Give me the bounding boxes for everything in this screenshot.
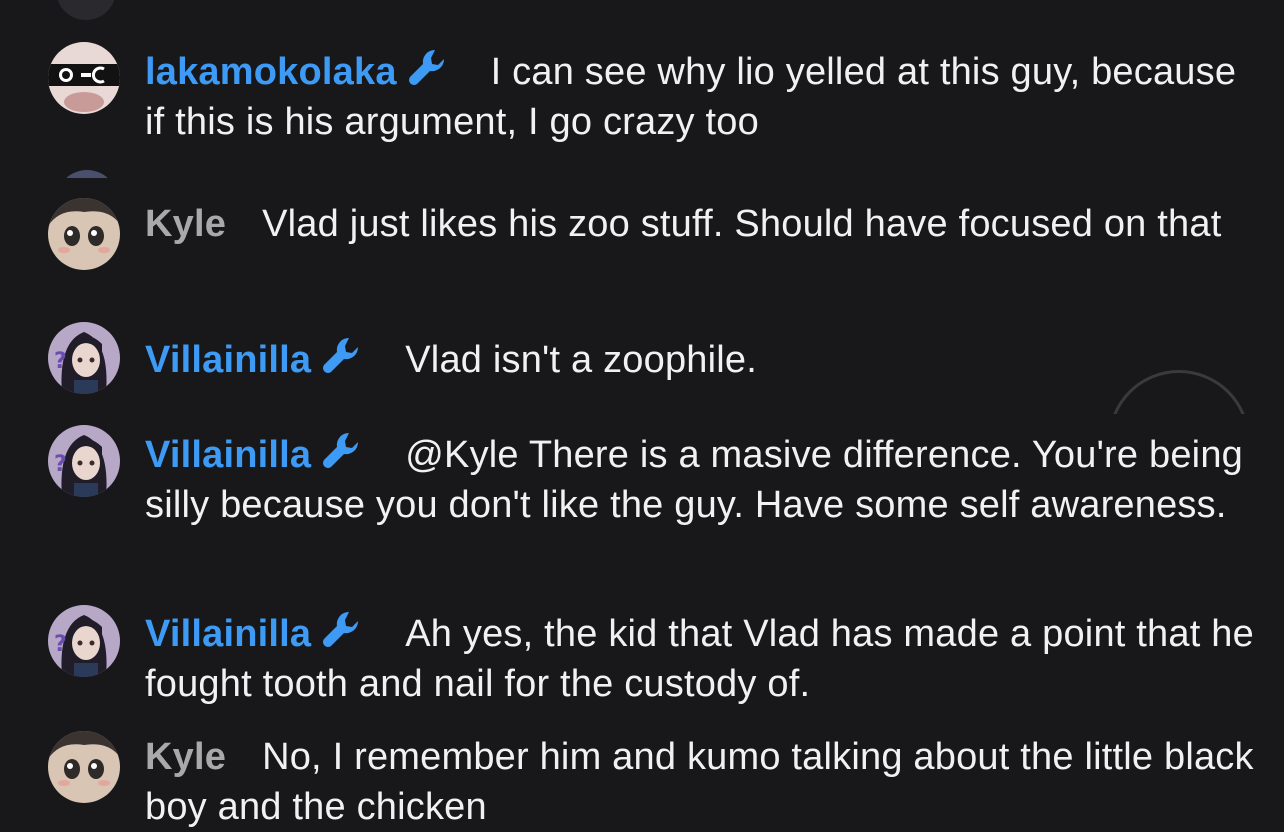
wrench-icon bbox=[319, 332, 369, 382]
message-body: Kyle Vlad just likes his zoo stuff. Shoul… bbox=[145, 199, 1255, 249]
wrench-icon bbox=[319, 606, 369, 656]
avatar[interactable] bbox=[48, 198, 120, 270]
svg-text:?: ? bbox=[54, 349, 67, 374]
svg-text:?: ? bbox=[54, 452, 67, 477]
author-name[interactable]: Kyle bbox=[145, 736, 226, 778]
wrench-icon bbox=[319, 427, 369, 477]
avatar bbox=[56, 0, 116, 20]
author-name[interactable]: Villainilla bbox=[145, 434, 311, 476]
message-body: lakamokolaka I can see why lio yelled at … bbox=[145, 44, 1255, 147]
author-name[interactable]: lakamokolaka bbox=[145, 51, 397, 93]
message-text: Ah yes, the kid that Vlad has made a poi… bbox=[145, 613, 1254, 705]
message-body: Villainilla Vlad isn't a zoophile. bbox=[145, 332, 1255, 385]
avatar[interactable]: ? bbox=[48, 322, 120, 394]
message-body: Villainilla Ah yes, the kid that Vlad has… bbox=[145, 606, 1255, 709]
message-text: No, I remember him and kumo talking abou… bbox=[145, 736, 1254, 828]
avatar[interactable] bbox=[48, 731, 120, 803]
message-body: Villainilla @Kyle There is a masive diffe… bbox=[145, 427, 1255, 530]
message-text: Vlad just likes his zoo stuff. Should ha… bbox=[262, 203, 1222, 245]
message-text: Vlad isn't a zoophile. bbox=[405, 339, 758, 381]
message-body: Kyle No, I remember him and kumo talking … bbox=[145, 732, 1255, 832]
avatar[interactable]: ? bbox=[48, 605, 120, 677]
avatar[interactable] bbox=[48, 42, 120, 114]
avatar[interactable]: ? bbox=[48, 425, 120, 497]
author-name[interactable]: Villainilla bbox=[145, 339, 311, 381]
chat-feed[interactable]: lakamokolaka I can see why lio yelled at … bbox=[0, 0, 1284, 828]
svg-text:?: ? bbox=[54, 632, 67, 657]
author-name[interactable]: Kyle bbox=[145, 203, 226, 245]
author-name[interactable]: Villainilla bbox=[145, 613, 311, 655]
wrench-icon bbox=[405, 44, 455, 94]
